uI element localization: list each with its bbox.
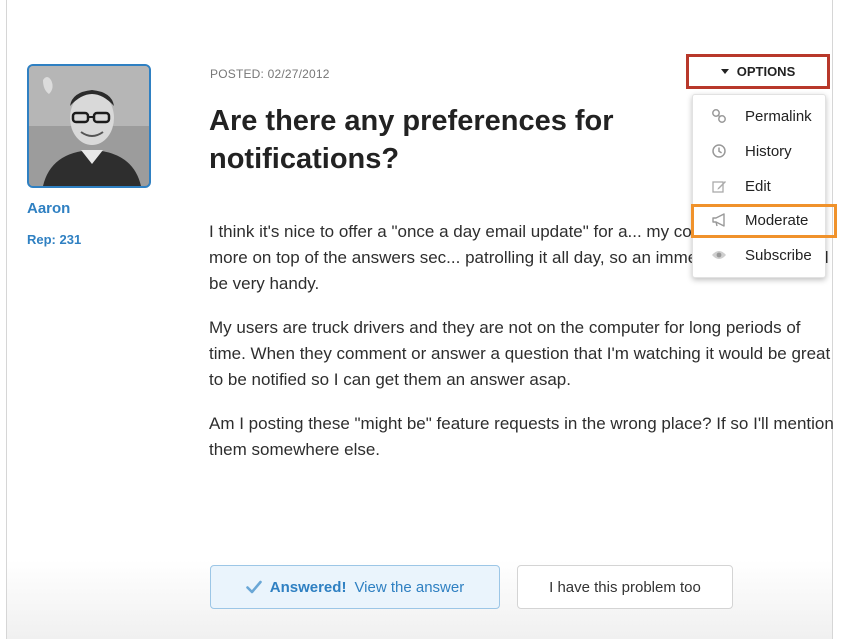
megaphone-icon bbox=[709, 212, 729, 228]
post-paragraph: My users are truck drivers and they are … bbox=[209, 318, 831, 389]
menu-item-label: Edit bbox=[745, 177, 771, 195]
menu-item-subscribe[interactable]: Subscribe bbox=[693, 240, 825, 270]
options-label: OPTIONS bbox=[736, 64, 796, 79]
options-button[interactable]: OPTIONS bbox=[686, 54, 830, 89]
view-answer-link[interactable]: View the answer bbox=[354, 579, 464, 596]
avatar[interactable] bbox=[27, 64, 151, 188]
page-title: Are there any preferences for notificati… bbox=[209, 105, 614, 175]
post-paragraph: Am I posting these "might be" feature re… bbox=[209, 414, 834, 459]
menu-item-label: History bbox=[745, 142, 792, 160]
caret-down-icon bbox=[720, 69, 729, 74]
author-name[interactable]: Aaron bbox=[27, 200, 70, 217]
eye-icon bbox=[709, 249, 729, 261]
menu-item-permalink[interactable]: Permalink bbox=[693, 101, 825, 131]
answered-button[interactable]: Answered! View the answer bbox=[210, 565, 500, 609]
menu-item-history[interactable]: History bbox=[693, 136, 825, 166]
checkmark-icon bbox=[245, 580, 262, 594]
user-photo-icon bbox=[29, 66, 149, 186]
clock-icon bbox=[709, 143, 729, 159]
author-rep: Rep: 231 bbox=[27, 232, 82, 247]
answered-label: Answered! bbox=[269, 578, 347, 596]
have-problem-too-button[interactable]: I have this problem too bbox=[517, 565, 733, 609]
posted-date: POSTED: 02/27/2012 bbox=[210, 67, 330, 81]
menu-item-edit[interactable]: Edit bbox=[693, 171, 825, 201]
options-dropdown-menu: Permalink History Edit Moderate Subscrib… bbox=[692, 94, 826, 278]
menu-item-moderate[interactable]: Moderate bbox=[693, 205, 825, 235]
menu-item-label: Permalink bbox=[745, 107, 812, 125]
frame-border-left bbox=[6, 0, 7, 639]
menu-item-label: Subscribe bbox=[745, 246, 812, 264]
menu-item-label: Moderate bbox=[745, 211, 809, 229]
link-icon bbox=[709, 108, 729, 124]
pencil-icon bbox=[709, 178, 729, 194]
